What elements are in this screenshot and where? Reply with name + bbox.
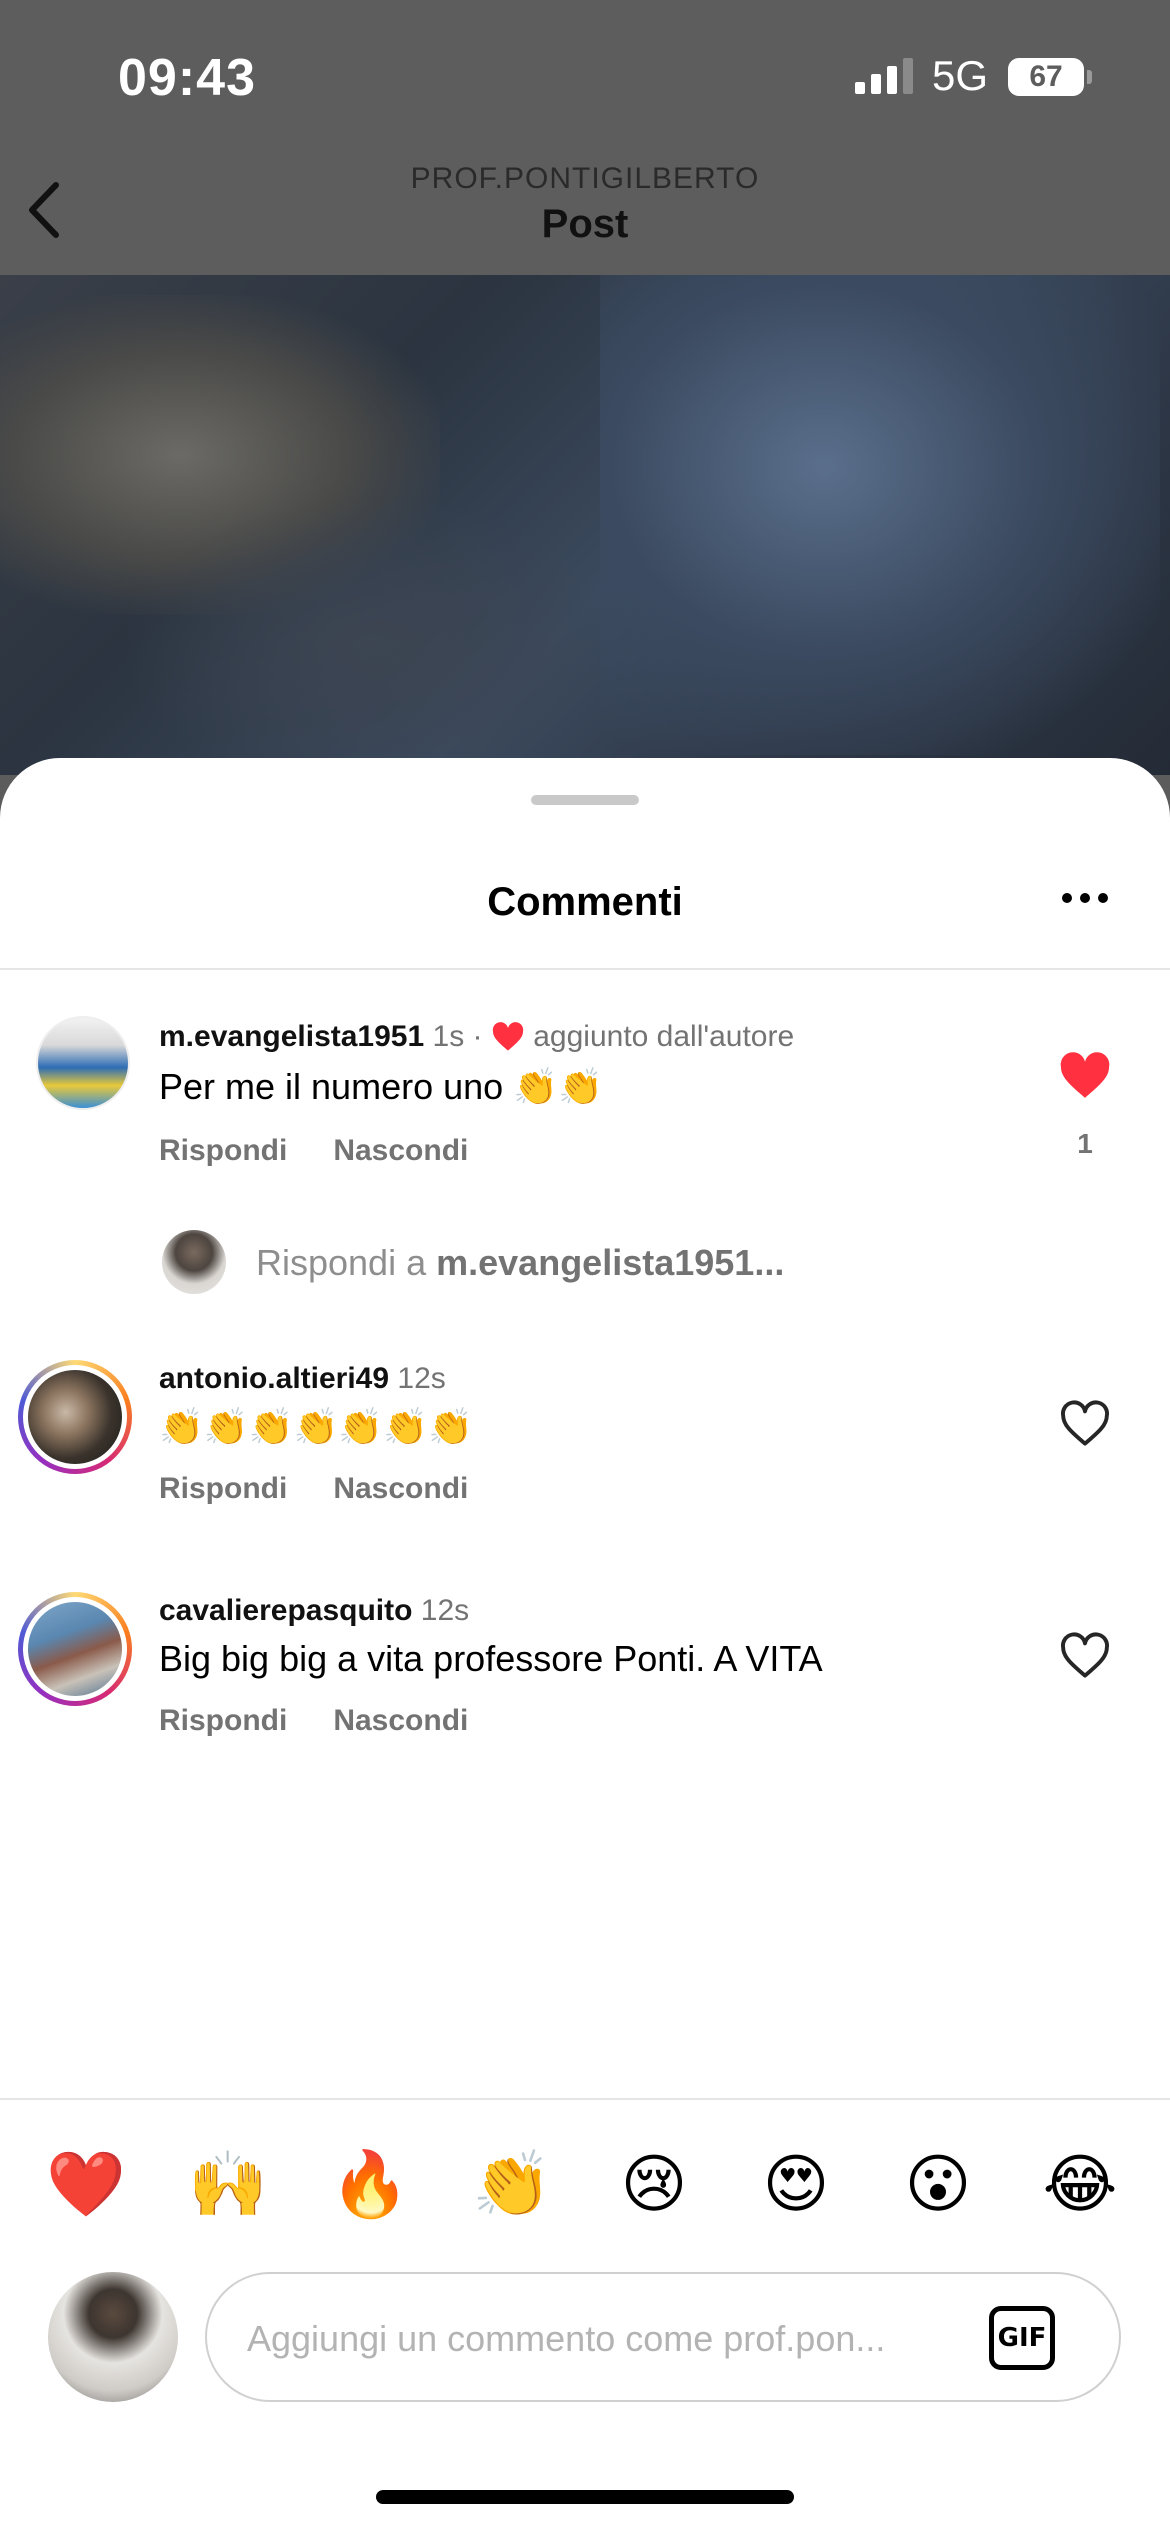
comment-meta: m.evangelista1951 1s · aggiunto dall'aut… bbox=[159, 1020, 794, 1054]
comment-username[interactable]: antonio.altieri49 bbox=[159, 1362, 389, 1395]
reply-prompt-text[interactable]: Rispondi a m.evangelista1951... bbox=[256, 1242, 784, 1284]
sheet-grabber[interactable] bbox=[531, 795, 639, 805]
emoji-laughing-button[interactable]: 😂 bbox=[1040, 2145, 1120, 2225]
like-heart-filled-icon[interactable] bbox=[1058, 1052, 1112, 1100]
my-avatar bbox=[48, 2272, 178, 2402]
comment-input[interactable]: Aggiungi un commento come prof.pon... GI… bbox=[205, 2272, 1121, 2402]
more-options-icon[interactable] bbox=[1060, 891, 1110, 905]
comment-input-placeholder: Aggiungi un commento come prof.pon... bbox=[247, 2318, 886, 2359]
my-avatar-small bbox=[162, 1230, 226, 1294]
emoji-raising-hands-button[interactable]: 🙌 bbox=[188, 2145, 268, 2225]
author-liked-note: aggiunto dall'autore bbox=[533, 1020, 795, 1053]
battery-tip bbox=[1087, 70, 1092, 84]
comment-text: Big big big a vita professore Ponti. A V… bbox=[159, 1638, 823, 1679]
emoji-heart-eyes-button[interactable]: 😍 bbox=[756, 2145, 836, 2225]
status-bar: 09:43 5G 67 bbox=[0, 0, 1170, 150]
emoji-surprised-button[interactable]: 😮 bbox=[898, 2145, 978, 2225]
comment-actions: Rispondi Nascondi bbox=[159, 1472, 514, 1506]
post-image bbox=[0, 275, 1170, 775]
comment-actions: Rispondi Nascondi bbox=[159, 1704, 514, 1738]
comment-time: 12s bbox=[420, 1594, 470, 1627]
reply-target: m.evangelista1951... bbox=[436, 1242, 785, 1283]
status-time: 09:43 bbox=[118, 49, 256, 107]
comment-username[interactable]: m.evangelista1951 bbox=[159, 1020, 424, 1053]
cellular-signal-icon bbox=[855, 58, 913, 94]
emoji-quick-bar: ❤️ 🙌 🔥 👏 😢 😍 😮 😂 bbox=[0, 2145, 1170, 2225]
hide-button[interactable]: Nascondi bbox=[333, 1472, 468, 1505]
battery-icon: 67 bbox=[1008, 58, 1084, 96]
avatar[interactable] bbox=[18, 1360, 132, 1474]
comment-meta: antonio.altieri49 12s bbox=[159, 1362, 446, 1396]
comment-actions: Rispondi Nascondi bbox=[159, 1134, 514, 1168]
comment-text: 👏👏👏👏👏👏👏 bbox=[159, 1406, 473, 1447]
comment-username[interactable]: cavalierepasquito bbox=[159, 1594, 412, 1627]
home-indicator[interactable] bbox=[376, 2490, 794, 2504]
comment-text: Per me il numero uno 👏👏 bbox=[159, 1066, 603, 1107]
gif-icon[interactable]: GIF bbox=[989, 2306, 1055, 2370]
reply-prefix: Rispondi a bbox=[256, 1242, 427, 1283]
reply-button[interactable]: Rispondi bbox=[159, 1704, 287, 1737]
divider bbox=[0, 2098, 1170, 2100]
comment-time: 12s bbox=[397, 1362, 446, 1395]
emoji-heart-button[interactable]: ❤️ bbox=[46, 2145, 126, 2225]
like-count: 1 bbox=[1077, 1128, 1093, 1159]
header-title: Post bbox=[541, 202, 629, 246]
emoji-crying-button[interactable]: 😢 bbox=[614, 2145, 694, 2225]
header-username: PROF.PONTIGILBERTO bbox=[410, 162, 760, 195]
reply-button[interactable]: Rispondi bbox=[159, 1134, 287, 1167]
author-heart-icon bbox=[492, 1022, 524, 1051]
avatar[interactable] bbox=[18, 1592, 132, 1706]
battery-level: 67 bbox=[1029, 60, 1063, 93]
meta-separator: · bbox=[472, 1020, 483, 1053]
post-header: PROF.PONTIGILBERTO Post bbox=[0, 150, 1170, 275]
comment-time: 1s bbox=[432, 1020, 465, 1053]
emoji-fire-button[interactable]: 🔥 bbox=[330, 2145, 410, 2225]
avatar[interactable] bbox=[36, 1016, 130, 1110]
network-type: 5G bbox=[932, 52, 989, 99]
like-heart-outline-icon[interactable] bbox=[1058, 1632, 1112, 1680]
divider bbox=[0, 968, 1170, 970]
reply-button[interactable]: Rispondi bbox=[159, 1472, 287, 1505]
comment-meta: cavalierepasquito 12s bbox=[159, 1594, 469, 1628]
like-heart-outline-icon[interactable] bbox=[1058, 1400, 1112, 1448]
hide-button[interactable]: Nascondi bbox=[333, 1704, 468, 1737]
sheet-title: Commenti bbox=[487, 880, 683, 924]
emoji-clap-button[interactable]: 👏 bbox=[472, 2145, 552, 2225]
hide-button[interactable]: Nascondi bbox=[333, 1134, 468, 1167]
